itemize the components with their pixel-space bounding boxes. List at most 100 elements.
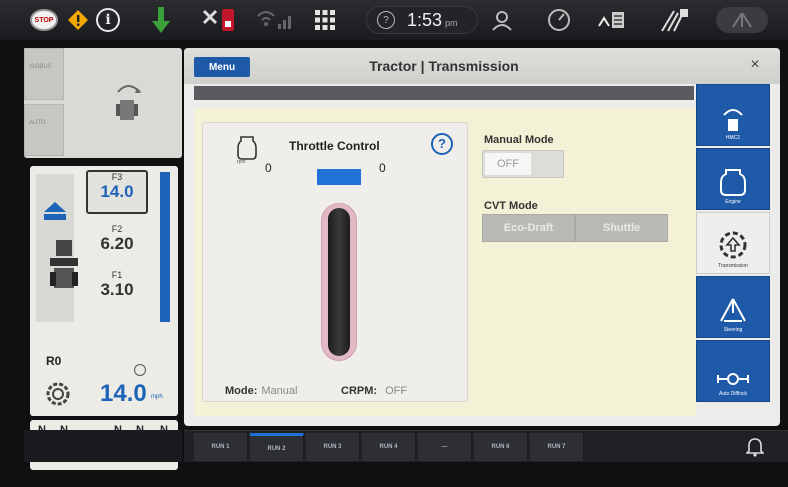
- isobus-tabs: ISOBUS AUTO: [24, 48, 64, 158]
- transmission-window: Menu Tractor | Transmission × rpm Thrott…: [184, 48, 780, 426]
- run-bar: RUN 1 RUN 2 RUN 3 RUN 4 — RUN 6 RUN 7: [184, 430, 788, 462]
- gear-name: F2: [111, 224, 123, 234]
- diagnostics-icon[interactable]: [200, 5, 240, 35]
- mode-value: Manual: [261, 385, 298, 397]
- window-header: Menu Tractor | Transmission ×: [184, 48, 780, 84]
- window-title: Tractor | Transmission: [369, 58, 519, 74]
- throttle-rpm-value: 0: [265, 161, 272, 175]
- throttle-control-card: rpm Throttle Control ? 0 0 Mode: Manual C…: [202, 122, 468, 402]
- transmission-icon: [719, 231, 747, 259]
- close-icon[interactable]: ×: [744, 54, 766, 76]
- minus-icon: [134, 364, 146, 376]
- steering-status-button[interactable]: [716, 5, 768, 35]
- tab-hmc2[interactable]: HMC2: [696, 84, 770, 146]
- isobus-tab[interactable]: ISOBUS: [24, 48, 64, 100]
- gear-item[interactable]: F1 3.10: [86, 270, 148, 300]
- field-guidance-icon[interactable]: [660, 5, 690, 35]
- tab-engine[interactable]: Engine: [696, 148, 770, 210]
- run-button-1[interactable]: RUN 1: [194, 433, 248, 461]
- crpm-value: OFF: [385, 385, 408, 397]
- throttle-control-title: Throttle Control: [289, 139, 380, 153]
- range-bar: [44, 214, 66, 220]
- engine-icon: [720, 169, 746, 196]
- run-button-3[interactable]: RUN 3: [306, 433, 360, 461]
- tab-auto-difflock[interactable]: Auto Difflock: [696, 340, 770, 402]
- grid-menu-icon[interactable]: [314, 5, 336, 35]
- stop-icon: STOP: [30, 9, 58, 31]
- run-button-6[interactable]: RUN 6: [474, 433, 528, 461]
- gear-value: 3.10: [100, 280, 134, 299]
- left-status-column: ISOBUS AUTO R0 F3 14.0 F2 6.20 F1 3.10 1…: [24, 48, 182, 480]
- help-icon[interactable]: ?: [431, 133, 453, 155]
- run-button-4[interactable]: RUN 4: [362, 433, 416, 461]
- steering-icon: [720, 298, 746, 322]
- crpm-label: CRPM:: [341, 385, 378, 397]
- manual-mode-title: Manual Mode: [484, 134, 554, 146]
- tab-label: Steering: [723, 327, 743, 333]
- ground-speed: 14.0: [100, 380, 147, 407]
- tab-label: HMC2: [725, 135, 741, 141]
- clock-widget[interactable]: ? 1:53 pm: [366, 6, 478, 34]
- gear-name: F1: [111, 270, 123, 280]
- bell-icon[interactable]: [745, 437, 765, 457]
- clock-suffix: pm: [445, 18, 458, 28]
- rpm-label: rpm: [237, 159, 246, 165]
- isobus-panel: ISOBUS AUTO: [24, 48, 182, 158]
- speed-unit: mph: [151, 394, 163, 400]
- manual-mode-off[interactable]: OFF: [485, 153, 531, 175]
- difflock-icon: [717, 373, 749, 385]
- left-footer: [24, 430, 182, 462]
- status-bar: STOP i ? 1:53 pm: [0, 0, 788, 40]
- run-button-7[interactable]: RUN 7: [530, 433, 584, 461]
- cvt-mode-selector: Eco-Draft Shuttle: [482, 214, 668, 242]
- gear-value: 6.20: [100, 234, 134, 253]
- transfer-icon[interactable]: [596, 5, 626, 35]
- transmission-status-panel: R0 F3 14.0 F2 6.20 F1 3.10 14.0 mph: [30, 166, 178, 416]
- user-icon[interactable]: [490, 5, 514, 35]
- signal-icon: [256, 5, 296, 35]
- range-indicator: R0: [36, 174, 78, 368]
- manual-mode-toggle[interactable]: OFF: [482, 150, 564, 178]
- cvt-eco-draft-button[interactable]: Eco-Draft: [482, 214, 575, 242]
- warning-icon[interactable]: [66, 5, 90, 35]
- range-up-arrow-icon: [44, 202, 66, 212]
- gear-name: F3: [111, 172, 123, 182]
- tab-label: Auto Difflock: [719, 391, 747, 397]
- tab-label: Engine: [725, 199, 741, 205]
- speed-bar: [160, 172, 170, 322]
- throttle-slider-handle[interactable]: [328, 208, 350, 356]
- throttle-slider[interactable]: [321, 203, 357, 361]
- clock-icon: ?: [377, 11, 395, 29]
- mode-label: Mode:: [225, 385, 258, 397]
- clock-time: 1:53: [407, 9, 443, 30]
- steering-status-icon: [716, 7, 768, 33]
- tab-steering[interactable]: Steering: [696, 276, 770, 338]
- cvt-mode-title: CVT Mode: [484, 200, 538, 212]
- tractor-display: STOP i ? 1:53 pm ISOBUS AUTO R0 F3 14.0 …: [0, 0, 788, 487]
- throttle-setpoint-bar: [317, 169, 361, 185]
- gear-item-selected[interactable]: F3 14.0: [86, 170, 148, 214]
- gear-item[interactable]: F2 6.20: [86, 224, 148, 254]
- right-tab-column: HMC2 Engine Transmission Steering Auto D…: [696, 84, 770, 410]
- gear-engine-icon: [44, 380, 72, 408]
- hitch-icon: [723, 109, 743, 131]
- stop-button[interactable]: STOP: [30, 5, 58, 35]
- info-button[interactable]: i: [96, 5, 120, 35]
- mode-status: Mode: Manual: [225, 385, 297, 397]
- engine-icon: [237, 135, 257, 161]
- gauge-icon[interactable]: [546, 5, 572, 35]
- gear-value: 14.0: [100, 182, 134, 201]
- download-arrow-icon[interactable]: [150, 5, 172, 35]
- tab-label: Transmission: [718, 263, 748, 269]
- throttle-set-value: 0: [379, 161, 386, 175]
- run-button-5[interactable]: —: [418, 433, 472, 461]
- tractor-icon: [50, 232, 80, 292]
- info-icon: i: [96, 8, 120, 32]
- reverse-gear-label: R0: [46, 354, 62, 368]
- auto-tab[interactable]: AUTO: [24, 104, 64, 156]
- cvt-shuttle-button[interactable]: Shuttle: [575, 214, 668, 242]
- run-button-2[interactable]: RUN 2: [250, 433, 304, 461]
- tab-transmission[interactable]: Transmission: [696, 212, 770, 274]
- hitch-rotation-icon[interactable]: [104, 78, 154, 128]
- crpm-status: CRPM: OFF: [341, 385, 407, 397]
